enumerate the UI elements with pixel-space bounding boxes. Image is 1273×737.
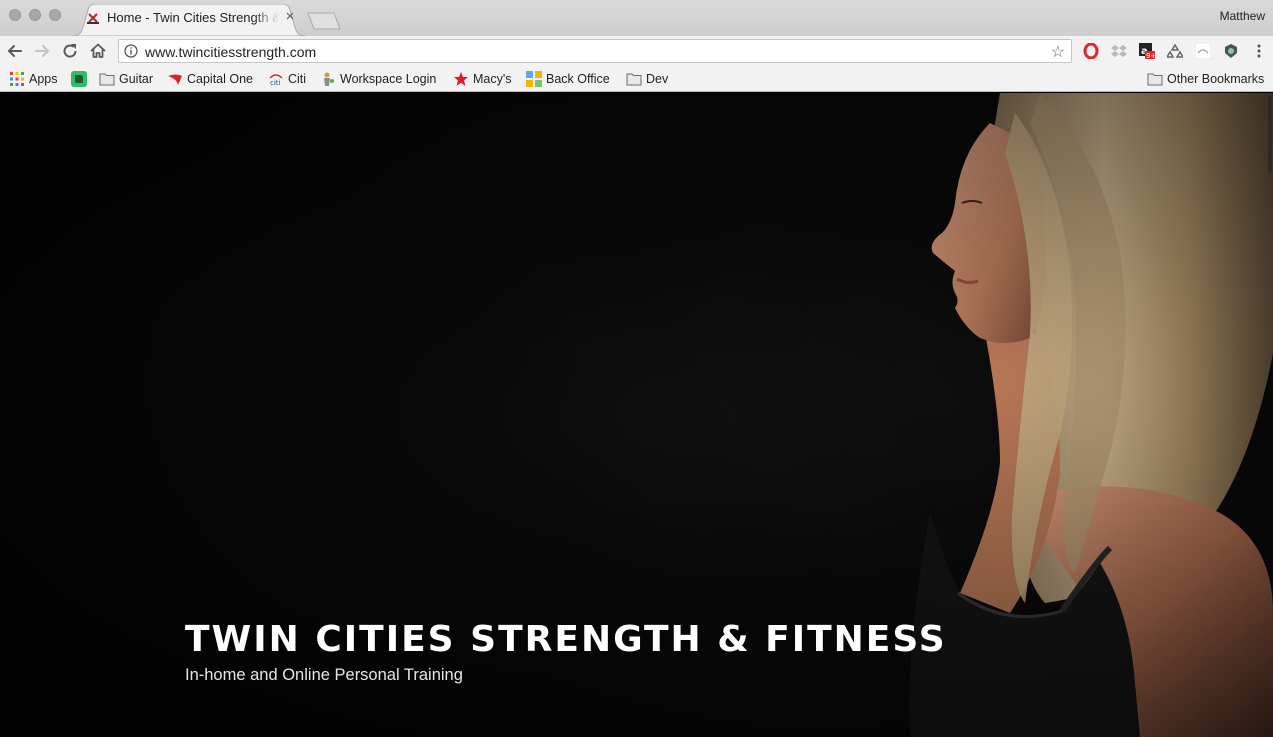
bookmark-evernote[interactable] [71,70,91,88]
citi-icon: citi [269,74,283,87]
bookmark-star-icon[interactable]: ☆ [1051,42,1065,62]
bookmark-label: Capital One [187,72,254,86]
opera-extension-icon[interactable] [1083,43,1099,59]
evernote-icon [71,71,87,87]
home-button[interactable] [88,41,108,61]
bookmark-label: Other Bookmarks [1167,72,1265,86]
hero-subtitle: In-home and Online Personal Training [185,666,463,684]
window-zoom-button[interactable] [49,9,61,21]
bookmark-label: Citi [288,72,307,86]
tab-title: Home - Twin Cities Strength & Fitness [107,10,279,25]
apps-grid-icon [10,72,24,86]
workspace-icon [324,72,334,86]
reload-button[interactable] [60,41,80,61]
bookmark-label: Apps [29,72,58,86]
window-close-button[interactable] [9,9,21,21]
recycle-extension-icon[interactable] [1167,43,1183,59]
site-favicon-icon [87,13,99,24]
bookmarks-bar: Apps Guitar Capital One citi Citi Worksp… [0,66,1273,92]
nimbus-extension-icon[interactable] [1195,43,1211,59]
macys-star-icon [454,72,468,86]
folder-icon [1147,73,1163,86]
svg-text:9+: 9+ [1146,52,1155,59]
amazon-assistant-extension-icon[interactable]: a 9+ [1139,43,1155,59]
bookmark-folder-guitar[interactable]: Guitar [99,70,153,88]
bookmark-label: Dev [646,72,669,86]
dropbox-extension-icon[interactable] [1111,43,1127,59]
hero-title: TWIN CITIES STRENGTH & FITNESS [185,619,947,660]
bookmark-macys[interactable]: Macy's [453,70,512,88]
page-scrollbar[interactable] [1267,97,1273,173]
back-button[interactable] [5,41,25,61]
bookmark-folder-dev[interactable]: Dev [626,70,668,88]
page-viewport: TWIN CITIES STRENGTH & FITNESS In-home a… [0,93,1273,737]
kebab-menu-icon[interactable] [1251,43,1267,59]
bookmark-label: Macy's [473,72,512,86]
bookmark-back-office[interactable]: Back Office [526,70,610,88]
browser-toolbar: www.twincitiesstrength.com ☆ a 9+ [0,36,1273,66]
bookmark-label: Back Office [546,72,610,86]
tab-close-icon[interactable]: × [283,9,297,24]
folder-icon [626,73,642,86]
bookmark-citi[interactable]: citi Citi [268,70,306,88]
address-bar[interactable]: www.twincitiesstrength.com ☆ [118,39,1072,63]
bookmark-capital-one[interactable]: Capital One [167,70,253,88]
bookmark-label: Workspace Login [340,72,437,86]
info-icon[interactable] [124,44,138,58]
shield-extension-icon[interactable] [1223,43,1239,59]
back-office-icon [526,71,542,87]
bookmark-label: Guitar [119,72,154,86]
svg-text:citi: citi [270,79,281,87]
window-minimize-button[interactable] [29,9,41,21]
capital-one-icon [168,74,182,85]
address-url[interactable]: www.twincitiesstrength.com [145,44,316,60]
bookmark-apps[interactable]: Apps [9,70,58,88]
folder-icon [99,73,115,86]
bookmark-workspace-login[interactable]: Workspace Login [320,70,436,88]
bookmark-other-bookmarks[interactable]: Other Bookmarks [1147,70,1264,88]
forward-button[interactable] [32,41,52,61]
tab-strip: Home - Twin Cities Strength & Fitness × … [0,0,1273,36]
new-tab-button[interactable] [306,12,342,30]
profile-name[interactable]: Matthew [1220,9,1265,23]
